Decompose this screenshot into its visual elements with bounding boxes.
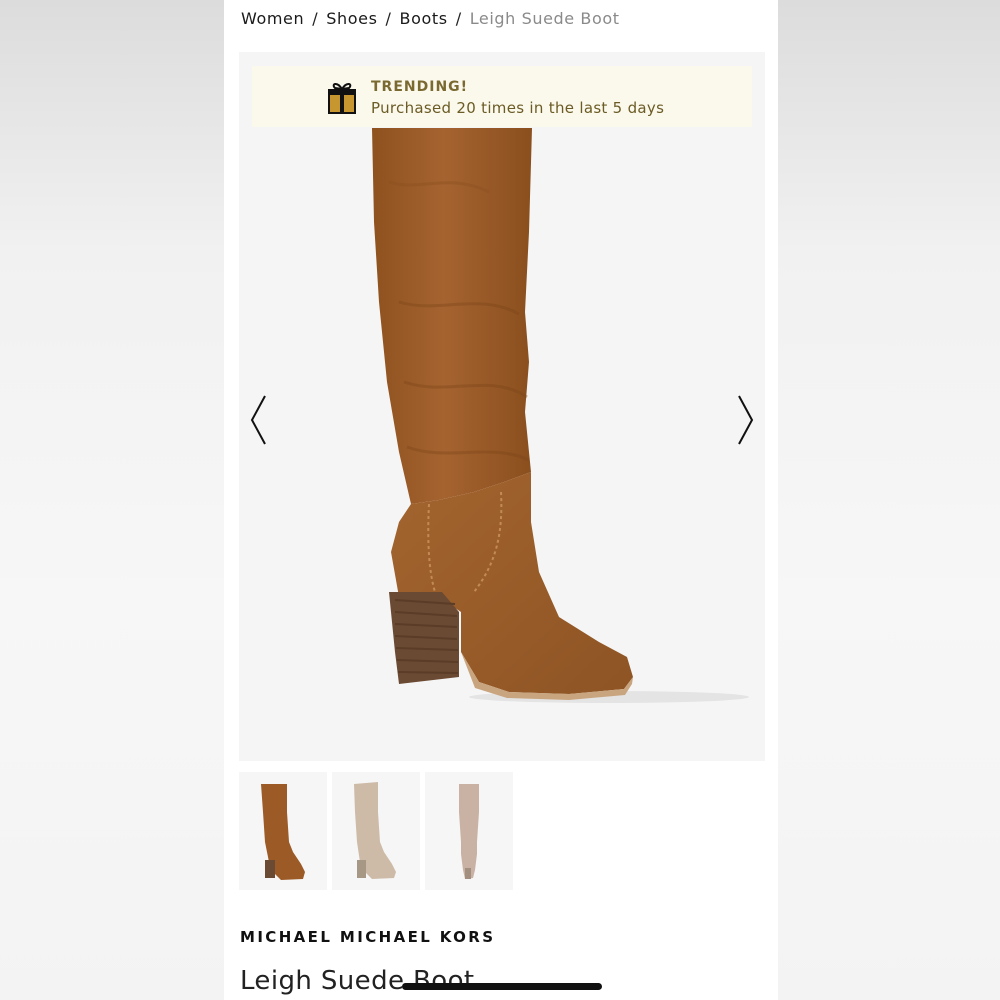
product-image-boot [372, 128, 749, 703]
breadcrumb-separator: / [455, 9, 462, 28]
breadcrumb-separator: / [385, 9, 392, 28]
product-image-gallery[interactable]: TRENDING! Purchased 20 times in the last… [239, 52, 765, 761]
breadcrumb-separator: / [312, 9, 319, 28]
thumbnail-image [354, 782, 396, 879]
trending-title: TRENDING! [371, 79, 469, 95]
left-background [0, 0, 224, 1000]
breadcrumb-current: Leigh Suede Boot [469, 9, 620, 28]
thumbnail-image [459, 784, 479, 879]
trending-message: Purchased 20 times in the last 5 days [371, 99, 665, 117]
thumbnail-brown[interactable] [239, 772, 327, 890]
gift-icon [328, 83, 356, 114]
breadcrumb-women[interactable]: Women [241, 9, 304, 28]
home-indicator[interactable] [402, 983, 602, 990]
product-title: Leigh Suede Boot [240, 966, 475, 996]
breadcrumb-boots[interactable]: Boots [400, 9, 448, 28]
breadcrumb: Women / Shoes / Boots / Leigh Suede Boot [241, 9, 620, 28]
breadcrumb-shoes[interactable]: Shoes [326, 9, 377, 28]
thumbnail-taupe[interactable] [425, 772, 513, 890]
trending-banner: TRENDING! Purchased 20 times in the last… [252, 66, 752, 127]
chevron-left-icon[interactable] [247, 394, 271, 446]
right-background [778, 0, 1000, 1000]
chevron-right-icon[interactable] [733, 394, 757, 446]
product-brand[interactable]: MICHAEL MICHAEL KORS [240, 928, 495, 946]
thumbnail-light-taupe[interactable] [332, 772, 420, 890]
product-page: Women / Shoes / Boots / Leigh Suede Boot [224, 0, 778, 1000]
thumbnail-image [261, 784, 305, 880]
